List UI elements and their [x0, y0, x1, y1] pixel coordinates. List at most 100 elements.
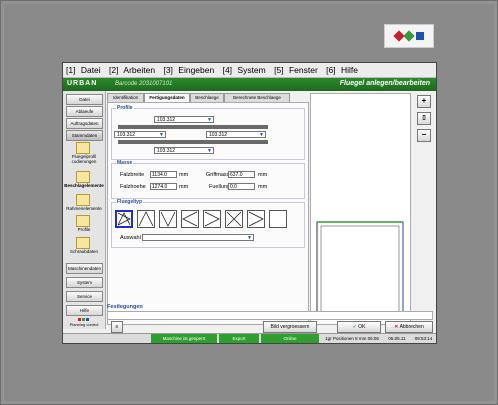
status-time: 09:53:14: [414, 336, 433, 341]
profile-group: Profile 103.312 ▼ 103.312 ▼ 103.312 ▼ 103.3…: [111, 105, 305, 160]
chevron-down-icon: ▼: [159, 132, 164, 138]
profile-bar-bottom: [118, 140, 268, 144]
bild-vergroessern-button[interactable]: Bild vergroessern: [263, 321, 317, 333]
window-preview-drawing: [316, 221, 404, 319]
window-title: Fluegel anlegen/bearbeiten: [339, 80, 430, 87]
profile-left-select[interactable]: 103.312 ▼: [114, 131, 166, 138]
brand-logo: [384, 24, 434, 48]
turn-right-alt-icon[interactable]: [247, 210, 265, 228]
page-button[interactable]: ▯: [417, 112, 431, 125]
footer-label: Planning control: [69, 322, 99, 327]
griffmass-field[interactable]: 637.0: [228, 171, 255, 178]
folder-icon[interactable]: [76, 142, 90, 154]
profile-label: Profile: [116, 105, 134, 111]
close-icon: ✕: [394, 324, 399, 330]
falzhoehe-unit: mm: [179, 184, 189, 190]
button-row: ≡ Bild vergroessern ✓ OK ✕ Abbrechen: [107, 321, 434, 333]
list-button[interactable]: ≡: [111, 321, 123, 333]
sidebar-label-schraubdaten: Schraubdaten: [69, 249, 99, 254]
blue-square: [416, 32, 424, 40]
chevron-down-icon: ▼: [207, 117, 212, 123]
menu-datei[interactable]: [1] Datei: [66, 65, 104, 75]
folder-icon[interactable]: [76, 237, 90, 249]
sidebar-label-fluegelprofil: Fluegelprofil codierungen: [71, 154, 97, 164]
tilt-icon[interactable]: [137, 210, 155, 228]
sidebar-item-maschinendaten[interactable]: Maschinendaten: [66, 263, 103, 274]
profile-right-select[interactable]: 103.312 ▼: [206, 131, 266, 138]
chevron-down-icon: ▼: [259, 132, 264, 138]
falzbreite-unit: mm: [179, 172, 189, 178]
falzbreite-field[interactable]: 1134.0: [150, 171, 177, 178]
fuellung-unit: mm: [258, 184, 268, 190]
brand-label: URBAN: [67, 80, 98, 87]
masse-group: Masse Falzbreite 1134.0 mm Griffmass 637…: [111, 160, 305, 199]
check-icon: ✓: [352, 324, 357, 330]
status-date: 05.05.11: [388, 336, 406, 341]
sidebar-label-profile: Profile: [77, 227, 91, 232]
screen: [1] Datei [2] Arbeiten [3] Eingeben [4] …: [62, 62, 437, 344]
ok-button[interactable]: ✓ OK: [337, 321, 381, 333]
profile-bar-top: [118, 125, 268, 129]
sidebar-item-service[interactable]: Service: [66, 291, 103, 302]
status-online: Online: [261, 334, 319, 343]
sidebar-item-stammdaten[interactable]: Stammdaten: [66, 130, 103, 141]
status-machine: Maschine ist gesperrt: [151, 334, 217, 343]
status-position: 1gr Positionen 8 mm 06:06: [325, 336, 379, 341]
turn-left-icon[interactable]: [159, 210, 177, 228]
sidebar-footer: Planning control: [66, 318, 102, 327]
sidebar: Datei Ablaeufe Auftragsdaten Stammdaten …: [63, 91, 106, 329]
sidebar-label-beschlagelemente: Beschlagelemente: [64, 183, 104, 188]
fuellung-label: Fuellung: [209, 184, 231, 190]
fluegeltyp-label: Fluegeltyp: [116, 199, 144, 205]
double-turn-icon[interactable]: [225, 210, 243, 228]
sidebar-item-auftragsdaten[interactable]: Auftragsdaten: [66, 118, 103, 129]
fixed-icon[interactable]: [269, 210, 287, 228]
fluegeltyp-shapes: [115, 210, 303, 228]
zoom-in-button[interactable]: +: [417, 95, 431, 108]
sidebar-label-rahmenelemente: Rahmenelemente: [66, 206, 102, 211]
menu-hilfe[interactable]: [6] Hilfe: [326, 65, 361, 75]
sidebar-item-system[interactable]: System: [66, 277, 103, 288]
festlegungen-field[interactable]: [107, 311, 433, 320]
menu-fenster[interactable]: [5] Fenster: [274, 65, 321, 75]
status-export: Export: [219, 334, 259, 343]
footer-green-mark: [82, 318, 85, 321]
turn-left-alt-icon[interactable]: [181, 210, 199, 228]
footer-red-mark: [78, 318, 81, 321]
falzhoehe-field[interactable]: 1274.0: [150, 183, 177, 190]
form-panel: Profile 103.312 ▼ 103.312 ▼ 103.312 ▼ 103.3…: [107, 102, 309, 325]
fluegeltyp-group: Fluegeltyp Auswahl ▼: [111, 199, 305, 248]
abbrechen-button[interactable]: ✕ Abbrechen: [385, 321, 433, 333]
folder-icon[interactable]: [76, 194, 90, 206]
griffmass-unit: mm: [258, 172, 268, 178]
profile-top-select[interactable]: 103.312 ▼: [154, 116, 214, 123]
menu-bar: [1] Datei [2] Arbeiten [3] Eingeben [4] …: [63, 63, 436, 78]
folder-icon[interactable]: [76, 215, 90, 227]
chevron-down-icon: ▼: [247, 235, 252, 241]
sidebar-item-ablaeufe[interactable]: Ablaeufe: [66, 106, 103, 117]
footer-blue-mark: [86, 318, 89, 321]
chevron-down-icon: ▼: [207, 148, 212, 154]
auswahl-select[interactable]: ▼: [142, 234, 254, 241]
barcode-label: Barcode 2031007101: [115, 81, 173, 87]
green-diamond: [403, 30, 415, 42]
menu-arbeiten[interactable]: [2] Arbeiten: [109, 65, 158, 75]
title-bar: URBAN Barcode 2031007101 Fluegel anlegen…: [63, 78, 436, 91]
falzbreite-label: Falzbreite: [120, 172, 145, 178]
tilt-turn-left-icon[interactable]: [115, 210, 133, 228]
profile-bottom-select[interactable]: 103.312 ▼: [154, 147, 214, 154]
menu-eingeben[interactable]: [3] Eingeben: [163, 65, 217, 75]
festlegungen-label: Festlegungen: [107, 304, 143, 310]
griffmass-label: Griffmass: [206, 172, 230, 178]
fuellung-field[interactable]: 0.0: [228, 183, 255, 190]
zoom-out-button[interactable]: −: [417, 129, 431, 142]
folder-icon[interactable]: [76, 171, 90, 183]
falzhoehe-label: Falzhoehe: [120, 184, 146, 190]
status-bar: Maschine ist gesperrt Export Online 1gr …: [63, 333, 436, 343]
menu-system[interactable]: [4] System: [223, 65, 269, 75]
sidebar-item-hilfe[interactable]: Hilfe: [66, 305, 103, 316]
turn-right-icon[interactable]: [203, 210, 221, 228]
auswahl-label: Auswahl: [120, 235, 141, 241]
window-preview: [310, 93, 411, 325]
sidebar-item-datei[interactable]: Datei: [66, 94, 103, 105]
